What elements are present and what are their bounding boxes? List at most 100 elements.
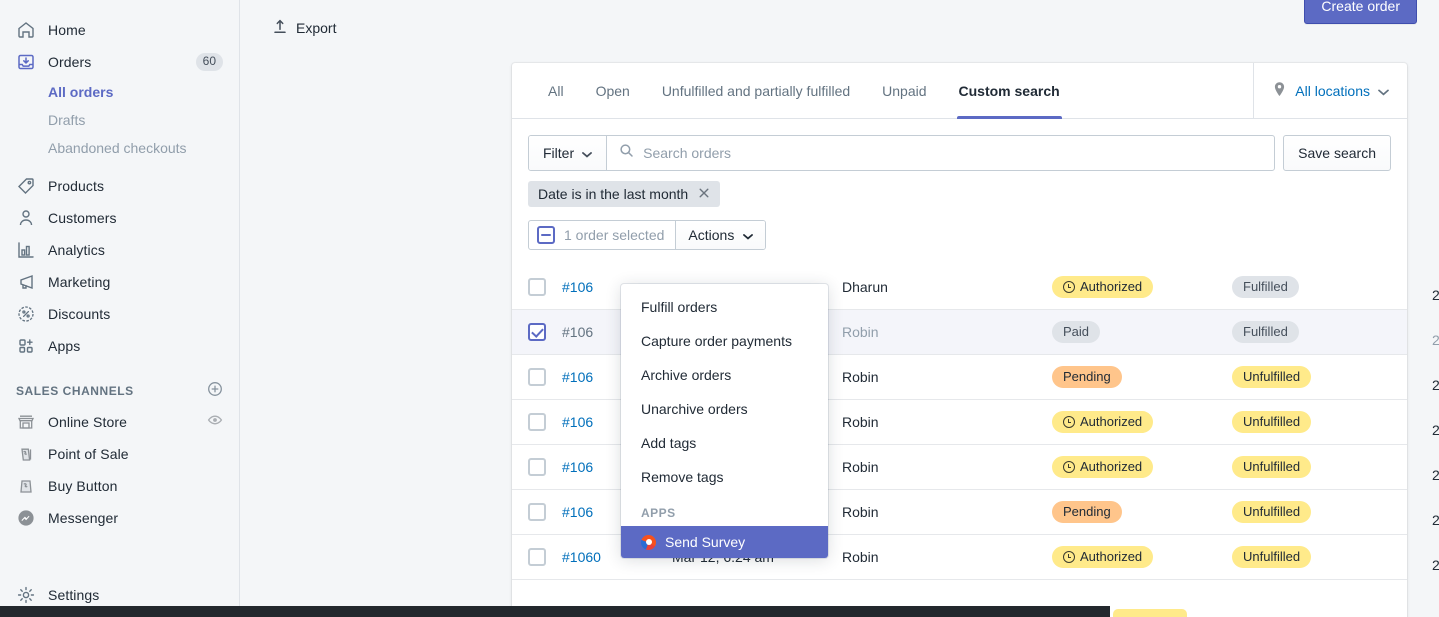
filter-search-group: Filter — [528, 135, 1276, 171]
gear-icon — [16, 585, 36, 605]
main-content: Export Create order All Open Unfulfilled… — [240, 0, 1439, 617]
sidebar-item-marketing[interactable]: Marketing — [8, 266, 231, 298]
chevron-down-icon — [743, 227, 754, 243]
order-total: Rs. 200.00 — [1432, 467, 1439, 483]
menu-item-archive-orders[interactable]: Archive orders — [621, 358, 828, 392]
selected-count-label: 1 order selected — [564, 227, 665, 243]
orders-inbox-icon — [16, 52, 36, 72]
save-search-button[interactable]: Save search — [1283, 135, 1391, 171]
table-row-partial[interactable] — [512, 579, 1407, 599]
menu-item-fulfill-orders[interactable]: Fulfill orders — [621, 290, 828, 324]
customer-name: Robin — [842, 369, 879, 385]
payment-status-label: Authorized — [1080, 279, 1143, 294]
sidebar-item-drafts[interactable]: Drafts — [0, 106, 239, 134]
actions-dropdown-menu: Fulfill orders Capture order payments Ar… — [621, 284, 828, 558]
row-checkbox[interactable] — [528, 413, 546, 431]
sidebar-item-buy-button[interactable]: Buy Button — [8, 470, 231, 502]
sidebar: Home Orders 60 All orders Drafts Abandon… — [0, 0, 240, 617]
search-input[interactable] — [643, 145, 1275, 161]
apps-grid-plus-icon — [16, 336, 36, 356]
sidebar-item-home[interactable]: Home — [8, 14, 231, 46]
sidebar-item-point-of-sale[interactable]: Point of Sale — [8, 438, 231, 470]
customer-name: Dharun — [842, 279, 888, 295]
row-checkbox-cell[interactable] — [528, 278, 562, 296]
customer-name: Robin — [842, 504, 879, 520]
status-badge-payment: Authorized — [1052, 546, 1154, 568]
fulfillment-status-cell: Unfulfilled — [1232, 366, 1432, 388]
menu-item-send-survey[interactable]: Send Survey — [621, 526, 828, 558]
sidebar-label: Messenger — [48, 510, 119, 526]
sidebar-item-customers[interactable]: Customers — [8, 202, 231, 234]
selected-count: 1 order selected — [529, 221, 677, 249]
tab-custom-search[interactable]: Custom search — [943, 63, 1076, 119]
menu-item-unarchive-orders[interactable]: Unarchive orders — [621, 392, 828, 426]
eye-icon[interactable] — [207, 412, 223, 433]
orders-tabbar: All Open Unfulfilled and partially fulfi… — [512, 63, 1407, 119]
menu-item-remove-tags[interactable]: Remove tags — [621, 460, 828, 494]
sidebar-item-all-orders[interactable]: All orders — [0, 78, 239, 106]
menu-item-add-tags[interactable]: Add tags — [621, 426, 828, 460]
customer-name: Robin — [842, 324, 879, 340]
orders-tabs: All Open Unfulfilled and partially fulfi… — [512, 63, 1253, 119]
filter-button[interactable]: Filter — [529, 136, 608, 170]
add-sales-channel-icon[interactable] — [207, 381, 223, 402]
upload-icon — [272, 18, 288, 38]
row-checkbox[interactable] — [528, 323, 546, 341]
sidebar-item-apps[interactable]: Apps — [8, 330, 231, 362]
clock-icon — [1063, 281, 1075, 293]
tab-all[interactable]: All — [532, 63, 580, 119]
row-checkbox-cell[interactable] — [528, 503, 562, 521]
sidebar-item-orders[interactable]: Orders 60 — [8, 46, 231, 78]
sidebar-item-online-store[interactable]: Online Store — [8, 406, 231, 438]
person-icon — [16, 208, 36, 228]
create-order-button[interactable]: Create order — [1304, 0, 1417, 24]
bar-chart-icon — [16, 240, 36, 260]
tab-unpaid[interactable]: Unpaid — [866, 63, 942, 119]
status-badge-fulfillment: Fulfilled — [1232, 321, 1299, 343]
sidebar-item-products[interactable]: Products — [8, 170, 231, 202]
row-checkbox-cell[interactable] — [528, 368, 562, 386]
row-checkbox[interactable] — [528, 503, 546, 521]
export-button[interactable]: Export — [272, 18, 336, 38]
row-checkbox-cell[interactable] — [528, 548, 562, 566]
percent-badge-icon — [16, 304, 36, 324]
megaphone-icon — [16, 272, 36, 292]
menu-item-capture-order-payments[interactable]: Capture order payments — [621, 324, 828, 358]
order-total: Rs. 200.00 — [1432, 332, 1439, 348]
row-checkbox-cell[interactable] — [528, 413, 562, 431]
row-checkbox[interactable] — [528, 368, 546, 386]
filter-label: Filter — [543, 145, 575, 161]
status-badge-payment: Authorized — [1052, 456, 1154, 478]
select-all-checkbox[interactable] — [537, 226, 555, 244]
row-checkbox[interactable] — [528, 278, 546, 296]
chevron-down-icon — [1378, 83, 1389, 99]
close-icon[interactable] — [698, 186, 710, 202]
row-checkbox[interactable] — [528, 458, 546, 476]
scrollbar-thumb[interactable] — [0, 606, 1110, 617]
customer-name: Robin — [842, 414, 879, 430]
horizontal-scrollbar[interactable] — [0, 605, 1439, 617]
row-checkbox[interactable] — [528, 548, 546, 566]
status-badge-payment: Authorized — [1052, 276, 1154, 298]
selection-row: 1 order selected Actions — [512, 207, 1407, 250]
orders-count-badge: 60 — [195, 53, 223, 71]
sidebar-label: Discounts — [48, 306, 111, 322]
order-total: Rs. 200.00 — [1432, 377, 1439, 393]
all-locations-selector[interactable]: All locations — [1253, 63, 1407, 118]
tab-unfulfilled-and-partially-fulfilled[interactable]: Unfulfilled and partially fulfilled — [646, 63, 866, 119]
actions-button[interactable]: Actions — [676, 221, 766, 249]
search-icon — [619, 143, 634, 163]
payment-status-cell: Authorized — [1052, 456, 1232, 478]
sidebar-item-discounts[interactable]: Discounts — [8, 298, 231, 330]
filter-tag-date[interactable]: Date is in the last month — [528, 181, 721, 207]
shopify-admin-app: Home Orders 60 All orders Drafts Abandon… — [0, 0, 1439, 617]
row-checkbox-cell[interactable] — [528, 458, 562, 476]
pos-bag-icon — [16, 444, 36, 464]
status-badge-payment: Paid — [1052, 321, 1101, 343]
sidebar-item-analytics[interactable]: Analytics — [8, 234, 231, 266]
sidebar-item-abandoned-checkouts[interactable]: Abandoned checkouts — [0, 134, 239, 162]
sales-channels-heading: SALES CHANNELS — [0, 376, 239, 406]
row-checkbox-cell[interactable] — [528, 323, 562, 341]
tab-open[interactable]: Open — [580, 63, 646, 119]
sidebar-item-messenger[interactable]: Messenger — [8, 502, 231, 534]
